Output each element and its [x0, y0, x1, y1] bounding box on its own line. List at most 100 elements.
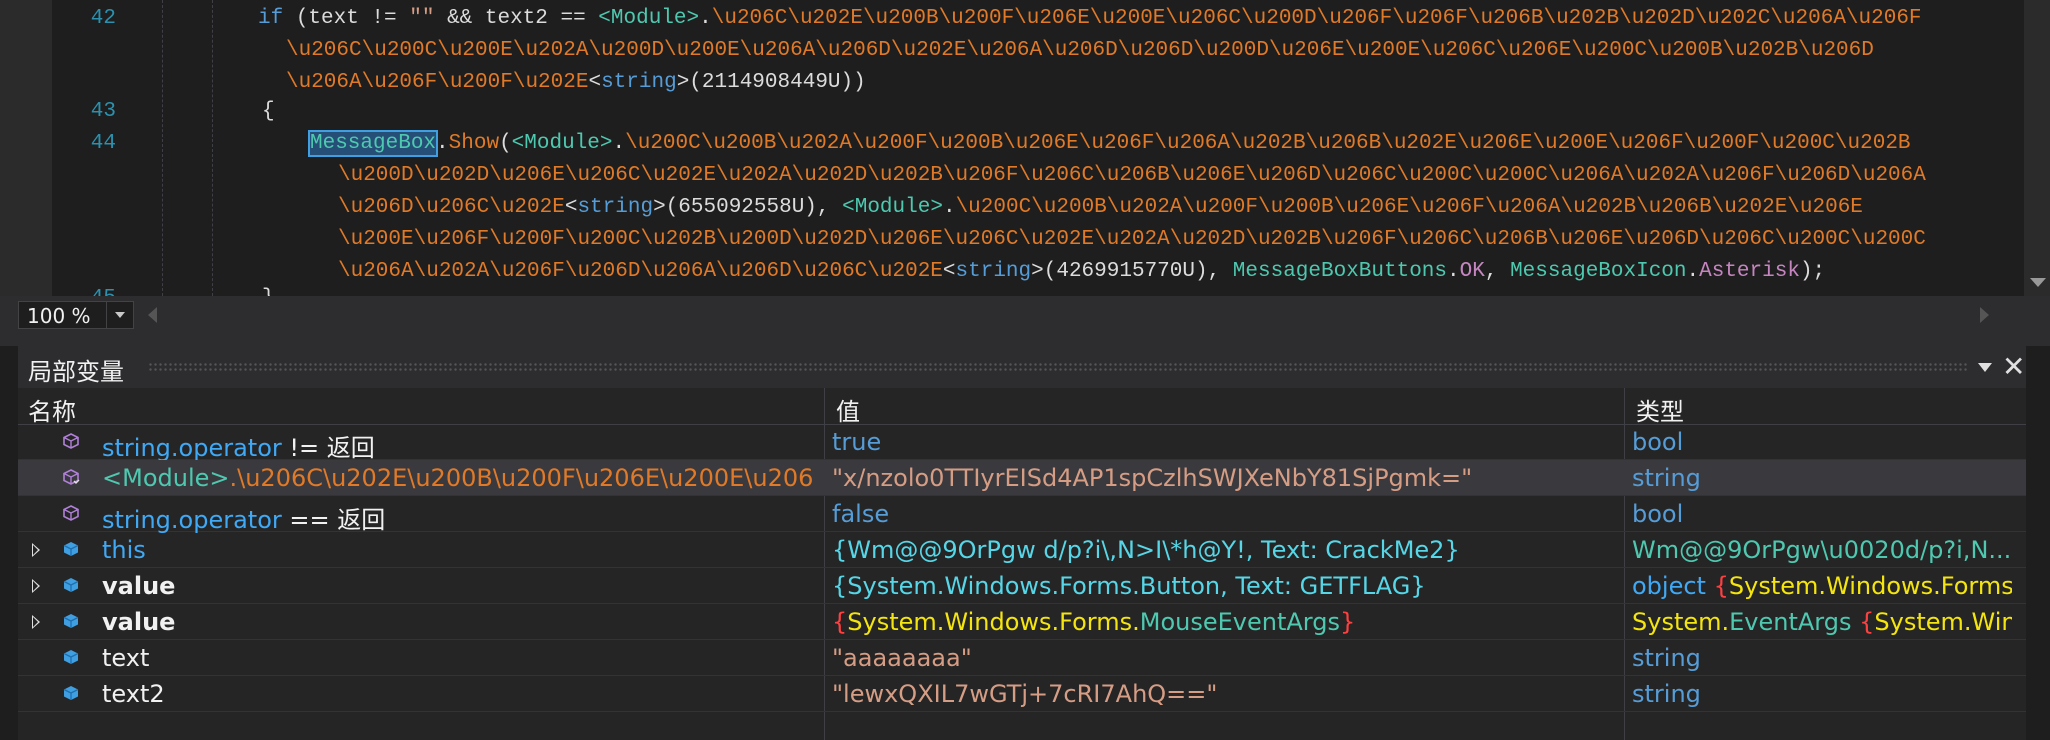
name-part: != 返回 [281, 434, 375, 462]
obfuscated-identifier: \u206A\u202A\u206F\u206D\u206A\u206D\u20… [338, 260, 943, 283]
obfuscated-identifier: \u200E\u206F\u200F\u200C\u202B\u200D\u20… [338, 228, 1926, 251]
scroll-left-icon[interactable] [148, 307, 157, 323]
locals-name: string.operator != 返回 [102, 428, 812, 463]
keyword-string: string [601, 71, 677, 94]
code-area[interactable]: if (text != "" && text2 == <Module>.\u20… [0, 0, 2005, 296]
type-module: <Module> [511, 132, 613, 155]
locals-type: bool [1632, 428, 1684, 456]
locals-value: false [832, 500, 890, 528]
locals-type: string [1632, 680, 1701, 708]
code-token: , [1484, 260, 1511, 283]
code-token: (655092558U), [665, 196, 843, 219]
column-header-name[interactable]: 名称 [28, 392, 76, 427]
obfuscated-identifier: \u200C\u200B\u202A\u200F\u200B\u206E\u20… [625, 132, 1911, 155]
return-value-icon [63, 505, 79, 521]
locals-name: text2 [102, 680, 165, 708]
locals-name: string.operator == 返回 [102, 500, 812, 535]
scroll-down-icon[interactable] [2030, 278, 2046, 287]
enum-ok: OK [1459, 260, 1485, 283]
value-part: MouseEventArgs [1139, 608, 1340, 636]
obfuscated-identifier: \u200D\u202D\u206E\u206C\u202E\u202A\u20… [338, 164, 1926, 187]
panel-title: 局部变量 [28, 358, 124, 386]
zoom-dropdown[interactable]: 100 % [18, 301, 134, 329]
locals-name: value [102, 608, 176, 636]
locals-row[interactable]: text2 "lewxQXIL7wGTj+7cRI7AhQ==" string [18, 676, 2026, 712]
type-messageboxbuttons: MessageBoxButtons [1232, 260, 1448, 283]
type-part: EventArgs [1729, 608, 1860, 636]
column-header-value[interactable]: 值 [836, 392, 860, 427]
code-line-44-wrap: \u200D\u202D\u206E\u206C\u202E\u202A\u20… [338, 160, 1926, 192]
name-part: == 返回 [281, 506, 386, 534]
locals-value: {System.Windows.Forms.MouseEventArgs} [832, 608, 1612, 636]
code-editor[interactable]: 42 43 44 45 if (text != "" && text2 == <… [0, 0, 2050, 296]
code-line-42-wrap: \u206A\u206F\u200F\u202E<string>(2114908… [286, 67, 866, 99]
type-part: System.Win... [1874, 608, 2012, 636]
locals-value: true [832, 428, 882, 456]
expand-icon[interactable] [32, 615, 40, 629]
obfuscated-identifier: \u200C\u200B\u202A\u200F\u200B\u206E\u20… [955, 196, 1863, 219]
locals-value: "lewxQXIL7wGTj+7cRI7AhQ==" [832, 680, 1218, 708]
code-token: . [436, 132, 449, 155]
column-header-type[interactable]: 类型 [1636, 392, 1684, 427]
chevron-down-icon [115, 312, 125, 318]
local-variable-icon [63, 542, 79, 556]
locals-row[interactable]: value {System.Windows.Forms.Button, Text… [18, 568, 2026, 604]
code-token: < [564, 196, 578, 219]
zoom-dropdown-button[interactable] [106, 302, 133, 328]
expand-icon[interactable] [32, 579, 40, 593]
value-part: { [832, 608, 848, 636]
code-token: > [676, 71, 690, 94]
code-token: . [699, 7, 712, 30]
local-variable-icon [63, 650, 79, 664]
locals-name: value [102, 572, 176, 600]
panel-grip[interactable] [148, 362, 1968, 372]
locals-value: "aaaaaaaa" [832, 644, 972, 672]
name-part: string.operator [102, 434, 282, 462]
keyword-string: string [577, 196, 654, 219]
local-variable-icon [63, 614, 79, 628]
panel-options-icon[interactable] [1978, 363, 1992, 372]
obfuscated-identifier: \u206C\u202E\u200B\u200F\u206E\u200E\u20… [711, 7, 1922, 30]
close-icon[interactable]: ✕ [2002, 350, 2025, 383]
type-part: { [1713, 572, 1729, 600]
locals-name: this [102, 536, 146, 564]
code-token: . [1686, 260, 1700, 283]
locals-row[interactable]: value {System.Windows.Forms.MouseEventAr… [18, 604, 2026, 640]
panel-header: 局部变量 ✕ [18, 346, 2026, 388]
type-messagebox-highlighted[interactable]: MessageBox [307, 130, 439, 157]
local-variable-icon [63, 686, 79, 700]
locals-type: System.EventArgs {System.Win... [1632, 608, 2012, 636]
code-token: ); [1799, 260, 1826, 283]
scroll-right-icon[interactable] [1980, 307, 1989, 323]
splitter[interactable] [0, 336, 2050, 346]
column-headers: 名称 值 类型 [18, 388, 2026, 427]
code-token: > [1031, 260, 1044, 283]
code-line-43: { [262, 100, 275, 123]
locals-row[interactable]: string.operator != 返回 true bool [18, 424, 2026, 463]
string-literal: "" [409, 7, 435, 30]
code-token: (2114908449U)) [689, 71, 866, 94]
vertical-scrollbar[interactable] [2024, 0, 2050, 296]
name-part: .\u206C\u202E\u200B\u200F\u206E\u200E\u2… [229, 464, 813, 492]
code-line-44-wrap: \u200E\u206F\u200F\u200C\u202B\u200D\u20… [338, 224, 1926, 256]
obfuscated-identifier: \u206D\u206C\u202E [338, 196, 565, 219]
locals-name: <Module>.\u206C\u202E\u200B\u200F\u206E\… [102, 464, 812, 492]
type-part: System.Windows.Forms.... [1728, 572, 2012, 600]
locals-type: object {System.Windows.Forms.... [1632, 572, 2012, 600]
method-show: Show [448, 132, 500, 155]
name-part: string.operator [102, 506, 282, 534]
locals-row-selected[interactable]: <Module>.\u206C\u202E\u200B\u200F\u206E\… [18, 460, 2026, 496]
locals-row[interactable]: this {Wm@@9OrPgw d/p?i\,N>I\*h@Y!, Text:… [18, 532, 2026, 568]
code-token: && text2 == [434, 7, 599, 30]
type-module: <Module> [598, 7, 700, 30]
return-value-icon [63, 433, 79, 449]
obfuscated-identifier: \u206C\u200C\u200E\u202A\u200D\u200E\u20… [286, 39, 1874, 62]
name-part: <Module> [102, 464, 230, 492]
expand-icon[interactable] [32, 543, 40, 557]
locals-row[interactable]: text "aaaaaaaa" string [18, 640, 2026, 676]
type-part: System. [1632, 608, 1730, 636]
locals-row[interactable]: string.operator == 返回 false bool [18, 496, 2026, 535]
locals-name: text [102, 644, 150, 672]
code-token: < [588, 71, 602, 94]
zoom-level: 100 % [27, 304, 91, 328]
